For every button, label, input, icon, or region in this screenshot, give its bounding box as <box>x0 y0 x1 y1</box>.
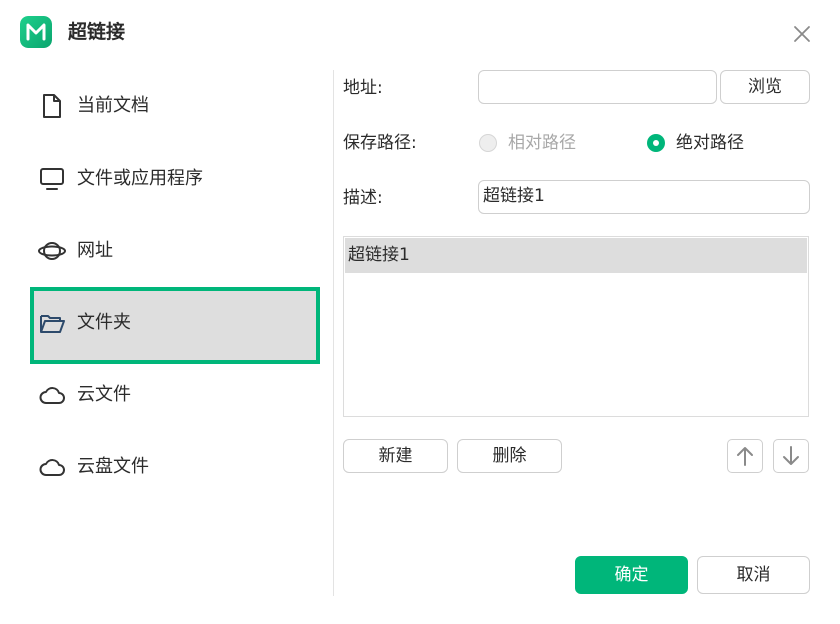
delete-button[interactable]: 删除 <box>457 439 562 473</box>
sidebar-divider <box>333 70 334 596</box>
ok-button[interactable]: 确定 <box>575 556 688 594</box>
absolute-path-radio[interactable] <box>647 134 665 152</box>
monitor-icon <box>40 168 64 190</box>
sidebar-item-label: 当前文档 <box>77 95 149 116</box>
app-logo-icon <box>20 16 52 48</box>
arrow-up-icon <box>737 447 753 466</box>
relative-path-radio[interactable] <box>479 134 497 152</box>
dialog-title: 超链接 <box>68 21 126 43</box>
description-label: 描述: <box>343 188 383 208</box>
save-path-label: 保存路径: <box>343 133 417 153</box>
sidebar-item-cloud-drive-file[interactable]: 云盘文件 <box>30 431 320 505</box>
address-input[interactable] <box>478 70 717 104</box>
sidebar-item-file-or-app[interactable]: 文件或应用程序 <box>30 143 320 217</box>
link-list[interactable]: 超链接1 <box>343 236 809 417</box>
sidebar-item-label: 文件或应用程序 <box>77 168 203 189</box>
sidebar-item-label: 云盘文件 <box>77 456 149 477</box>
move-up-button[interactable] <box>727 439 763 473</box>
document-icon <box>43 94 61 118</box>
globe-icon <box>38 242 66 260</box>
cloud-drive-icon <box>39 459 65 476</box>
relative-path-label: 相对路径 <box>508 133 576 153</box>
address-label: 地址: <box>343 78 383 98</box>
folder-icon <box>40 315 65 333</box>
absolute-path-label: 绝对路径 <box>676 133 744 153</box>
sidebar-item-cloud-file[interactable]: 云文件 <box>30 359 320 433</box>
sidebar-item-url[interactable]: 网址 <box>30 215 320 289</box>
sidebar-item-label: 网址 <box>77 240 113 261</box>
sidebar-item-label: 文件夹 <box>77 312 131 333</box>
sidebar-item-label: 云文件 <box>77 384 131 405</box>
cloud-icon <box>39 387 65 404</box>
cancel-button[interactable]: 取消 <box>697 556 810 594</box>
list-item[interactable]: 超链接1 <box>345 238 807 273</box>
arrow-down-icon <box>783 446 799 465</box>
close-icon[interactable] <box>790 22 814 46</box>
move-down-button[interactable] <box>773 439 809 473</box>
new-button[interactable]: 新建 <box>343 439 448 473</box>
sidebar-item-current-document[interactable]: 当前文档 <box>30 70 320 144</box>
browse-button[interactable]: 浏览 <box>720 70 810 104</box>
description-input[interactable]: 超链接1 <box>478 180 810 214</box>
sidebar-item-folder[interactable]: 文件夹 <box>30 287 320 364</box>
